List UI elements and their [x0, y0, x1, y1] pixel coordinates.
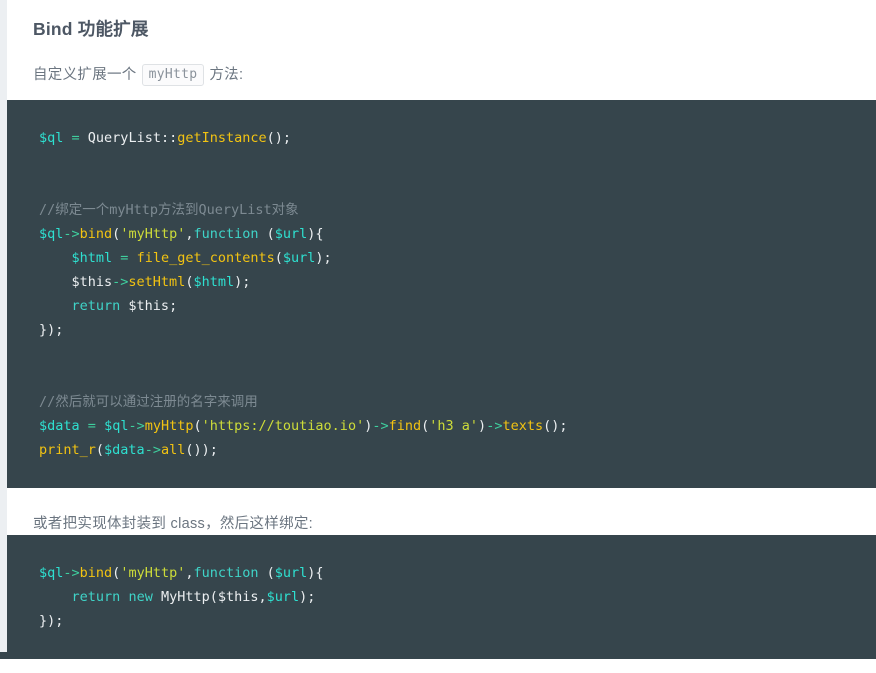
- code-token: $html: [193, 274, 235, 290]
- code-block-bind-example[interactable]: $ql = QueryList::getInstance(); //绑定一个my…: [0, 100, 876, 488]
- code-token: $this;: [120, 298, 178, 314]
- code-block-2-content: $ql->bind('myHttp',function ($url){ retu…: [0, 561, 876, 633]
- code-token: return: [71, 589, 121, 605]
- intro-paragraph: 自定义扩展一个 myHttp 方法:: [0, 42, 876, 86]
- intro-text-before: 自定义扩展一个: [33, 67, 137, 83]
- code-token: $this: [217, 589, 259, 605]
- code-token: myHttp: [144, 418, 194, 434]
- code-token: return: [71, 298, 121, 314]
- code-token: ();: [543, 418, 568, 434]
- code-token: QueryList: [79, 130, 161, 146]
- code-token: ->: [372, 418, 389, 434]
- code-token: ->: [63, 226, 80, 242]
- inline-code-myhttp: myHttp: [141, 64, 205, 86]
- code-token: ();: [266, 130, 292, 146]
- page-root: Bind 功能扩展 自定义扩展一个 myHttp 方法: $ql = QueryLi…: [0, 0, 876, 673]
- code-token: $url: [274, 226, 308, 242]
- code-token: (: [274, 250, 283, 266]
- article-content: Bind 功能扩展 自定义扩展一个 myHttp 方法: $ql = QueryLi…: [0, 0, 876, 673]
- code-token: $this: [71, 274, 113, 290]
- code-token: 'h3 a': [429, 418, 479, 434]
- code-token: function: [193, 565, 259, 581]
- code-token: ->: [144, 442, 161, 458]
- code-token: bind: [79, 565, 113, 581]
- code-token: bind: [79, 226, 113, 242]
- code-token: ->: [112, 274, 129, 290]
- mid-paragraph: 或者把实现体封装到 class，然后这样绑定:: [33, 516, 313, 532]
- code-token: $url: [266, 589, 300, 605]
- code-token: 'https://toutiao.io': [201, 418, 365, 434]
- code-token: =: [71, 130, 80, 146]
- code-token: find: [388, 418, 422, 434]
- code-token: $ql: [39, 565, 64, 581]
- code-token: 'myHttp': [120, 565, 186, 581]
- code-token: );: [315, 250, 332, 266]
- code-token: });: [39, 322, 64, 338]
- code-token: ());: [185, 442, 218, 458]
- code-token: $data: [104, 442, 145, 458]
- code-token: new: [128, 589, 153, 605]
- code-token: //然后就可以通过注册的名字来调用: [39, 394, 258, 410]
- code-token: $ql: [39, 130, 64, 146]
- code-token: ,: [258, 589, 267, 605]
- code-token: $url: [282, 250, 316, 266]
- code-token: ){: [307, 565, 324, 581]
- code-token: $data: [39, 418, 80, 434]
- code-token: file_get_contents: [136, 250, 275, 266]
- code-token: ->: [128, 418, 145, 434]
- code-token: $ql: [39, 226, 64, 242]
- code-block-class-example[interactable]: $ql->bind('myHttp',function ($url){ retu…: [0, 535, 876, 659]
- bottom-spacer: [0, 659, 876, 673]
- left-gutter-rail: [0, 0, 7, 652]
- code-token: (: [193, 418, 202, 434]
- code-token: function: [193, 226, 259, 242]
- code-token: (: [258, 226, 275, 242]
- code-token: setHtml: [128, 274, 186, 290]
- code-token: (: [95, 442, 105, 458]
- code-token: texts: [502, 418, 544, 434]
- code-token: 'myHttp': [120, 226, 186, 242]
- code-token: $ql: [104, 418, 129, 434]
- intro-text-after: 方法:: [209, 67, 244, 83]
- code-token: );: [299, 589, 316, 605]
- code-token: getInstance: [177, 130, 267, 146]
- code-block-1-content: $ql = QueryList::getInstance(); //绑定一个my…: [0, 126, 876, 462]
- code-token: ){: [307, 226, 324, 242]
- code-token: $html: [71, 250, 113, 266]
- code-token: ->: [486, 418, 503, 434]
- code-token: $url: [274, 565, 308, 581]
- page-title: Bind 功能扩展: [33, 19, 149, 39]
- code-token: //绑定一个myHttp方法到QueryList对象: [39, 202, 299, 218]
- code-token: all: [160, 442, 186, 458]
- code-token: });: [39, 613, 64, 629]
- code-token: );: [234, 274, 251, 290]
- code-token: print_r: [39, 442, 96, 458]
- code-token: =: [87, 418, 96, 434]
- code-token: ::: [160, 130, 178, 146]
- code-token: MyHttp(: [152, 589, 218, 605]
- code-token: ->: [63, 565, 80, 581]
- code-token: ): [478, 418, 487, 434]
- code-token: (: [258, 565, 275, 581]
